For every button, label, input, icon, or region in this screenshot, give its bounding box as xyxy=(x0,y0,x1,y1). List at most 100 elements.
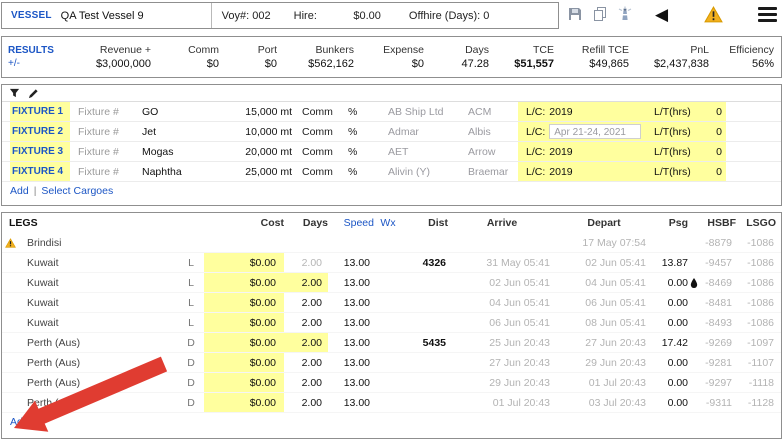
quantity-field[interactable]: 15,000 mt xyxy=(230,106,302,118)
leg-port-name[interactable]: Perth (Aus) xyxy=(18,357,178,369)
charterer-field[interactable]: Admar xyxy=(388,126,468,138)
quantity-field[interactable]: 25,000 mt xyxy=(230,166,302,178)
leg-speed[interactable]: 13.00 xyxy=(328,357,374,369)
laycan-date-input[interactable]: Apr 21-24, 2021 xyxy=(549,124,641,139)
leg-days[interactable]: 2.00 xyxy=(284,313,328,332)
leg-cost[interactable]: $0.00 xyxy=(204,293,284,312)
save-icon[interactable] xyxy=(567,6,583,22)
leg-days[interactable]: 2.00 xyxy=(284,393,328,412)
offhire-field[interactable]: Offhire (Days): 0 xyxy=(409,10,490,22)
broker-field[interactable]: ACM xyxy=(468,106,518,118)
col-header-wx[interactable]: Wx xyxy=(374,217,402,229)
col-header-speed[interactable]: Speed xyxy=(328,217,374,229)
laycan-field[interactable]: L/C:2019 xyxy=(518,162,654,181)
charterer-field[interactable]: Alivin (Y) xyxy=(388,166,468,178)
edit-pencil-icon[interactable] xyxy=(28,88,39,99)
fixture-number-field[interactable]: Fixture # xyxy=(70,106,140,118)
cargo-field[interactable]: Mogas xyxy=(140,146,230,158)
laytime-value-field[interactable]: 0 xyxy=(706,122,726,141)
percent-field[interactable]: % xyxy=(348,146,388,158)
voyage-estimator-page: VESSEL QA Test Vessel 9 Voy#: 002 Hire: … xyxy=(0,0,783,440)
warning-icon[interactable] xyxy=(704,6,723,23)
laytime-value-field[interactable]: 0 xyxy=(706,102,726,121)
back-arrow-icon[interactable]: ◀ xyxy=(655,6,668,23)
percent-field[interactable]: % xyxy=(348,126,388,138)
broker-field[interactable]: Arrow xyxy=(468,146,518,158)
comm-field[interactable]: Comm xyxy=(302,166,348,178)
leg-speed[interactable]: 13.00 xyxy=(328,297,374,309)
leg-cost[interactable]: $0.00 xyxy=(204,393,284,412)
filter-icon[interactable] xyxy=(9,88,20,99)
leg-speed[interactable]: 13.00 xyxy=(328,277,374,289)
percent-field[interactable]: % xyxy=(348,106,388,118)
vessel-name-field[interactable]: QA Test Vessel 9 xyxy=(61,10,211,22)
leg-cost[interactable]: $0.00 xyxy=(204,313,284,332)
vessel-info-box: VESSEL QA Test Vessel 9 Voy#: 002 Hire: … xyxy=(1,2,559,29)
leg-cost[interactable]: $0.00 xyxy=(204,353,284,372)
leg-speed[interactable]: 13.00 xyxy=(328,257,374,269)
comm-field[interactable]: Comm xyxy=(302,106,348,118)
leg-days[interactable]: 2.00 xyxy=(284,253,328,272)
leg-cost[interactable]: $0.00 xyxy=(204,333,284,352)
add-fixture-link[interactable]: Add xyxy=(10,185,29,197)
add-leg-link[interactable]: Add xyxy=(10,416,29,428)
laycan-field[interactable]: L/C:2019 xyxy=(518,102,654,121)
leg-function: D xyxy=(178,337,204,349)
cargo-field[interactable]: GO xyxy=(140,106,230,118)
leg-warning-icon xyxy=(2,238,18,248)
leg-cost[interactable]: $0.00 xyxy=(204,373,284,392)
hire-value-field[interactable]: $0.00 xyxy=(331,10,381,22)
lighthouse-icon[interactable] xyxy=(617,6,633,22)
comm-field[interactable]: Comm xyxy=(302,126,348,138)
leg-hsbf: -9269 xyxy=(688,333,736,352)
leg-days[interactable]: 2.00 xyxy=(284,273,328,292)
fixture-number-field[interactable]: Fixture # xyxy=(70,166,140,178)
fixture-3-label[interactable]: FIXTURE 3 xyxy=(10,142,70,161)
leg-speed[interactable]: 13.00 xyxy=(328,337,374,349)
leg-days[interactable]: 2.00 xyxy=(284,293,328,312)
leg-port-name[interactable]: Kuwait xyxy=(18,277,178,289)
leg-port-name[interactable]: Kuwait xyxy=(18,257,178,269)
leg-days[interactable]: 2.00 xyxy=(284,333,328,352)
laycan-field[interactable]: L/C:Apr 21-24, 2021 xyxy=(518,122,654,141)
leg-port-name[interactable]: Kuwait xyxy=(18,317,178,329)
broker-field[interactable]: Albis xyxy=(468,126,518,138)
fixture-1-label[interactable]: FIXTURE 1 xyxy=(10,102,70,121)
leg-port-name[interactable]: Brindisi xyxy=(18,237,178,249)
leg-days[interactable]: 2.00 xyxy=(284,353,328,372)
cargo-field[interactable]: Naphtha xyxy=(140,166,230,178)
results-plus-minus-toggle[interactable]: +/- xyxy=(8,57,66,70)
voyage-number-field[interactable]: Voy#: 002 xyxy=(222,10,294,22)
percent-field[interactable]: % xyxy=(348,166,388,178)
quantity-field[interactable]: 10,000 mt xyxy=(230,126,302,138)
leg-speed[interactable]: 13.00 xyxy=(328,317,374,329)
charterer-field[interactable]: AET xyxy=(388,146,468,158)
charterer-field[interactable]: AB Ship Ltd xyxy=(388,106,468,118)
laycan-field[interactable]: L/C:2019 xyxy=(518,142,654,161)
copy-icon[interactable] xyxy=(592,6,608,22)
leg-port-name[interactable]: Kuwait xyxy=(18,297,178,309)
laytime-value-field[interactable]: 0 xyxy=(706,162,726,181)
fixture-number-field[interactable]: Fixture # xyxy=(70,146,140,158)
results-bar: RESULTS +/- Revenue +$3,000,000 Comm$0 P… xyxy=(1,36,782,78)
fixture-number-field[interactable]: Fixture # xyxy=(70,126,140,138)
col-header-dist: Dist xyxy=(402,217,448,229)
fixture-4-label[interactable]: FIXTURE 4 xyxy=(10,162,70,181)
leg-port-name[interactable]: Perth (Aus) xyxy=(18,397,178,409)
leg-port-name[interactable]: Perth (Aus) xyxy=(18,337,178,349)
leg-psg: 0.00 xyxy=(652,397,688,409)
laytime-value-field[interactable]: 0 xyxy=(706,142,726,161)
leg-speed[interactable]: 13.00 xyxy=(328,377,374,389)
cargo-field[interactable]: Jet xyxy=(140,126,230,138)
leg-cost[interactable]: $0.00 xyxy=(204,273,284,292)
comm-field[interactable]: Comm xyxy=(302,146,348,158)
menu-icon[interactable] xyxy=(758,4,777,25)
broker-field[interactable]: Braemar xyxy=(468,166,518,178)
fixture-2-label[interactable]: FIXTURE 2 xyxy=(10,122,70,141)
leg-cost[interactable]: $0.00 xyxy=(204,253,284,272)
leg-speed[interactable]: 13.00 xyxy=(328,397,374,409)
quantity-field[interactable]: 20,000 mt xyxy=(230,146,302,158)
leg-days[interactable]: 2.00 xyxy=(284,373,328,392)
leg-port-name[interactable]: Perth (Aus) xyxy=(18,377,178,389)
select-cargoes-link[interactable]: Select Cargoes xyxy=(41,185,113,197)
